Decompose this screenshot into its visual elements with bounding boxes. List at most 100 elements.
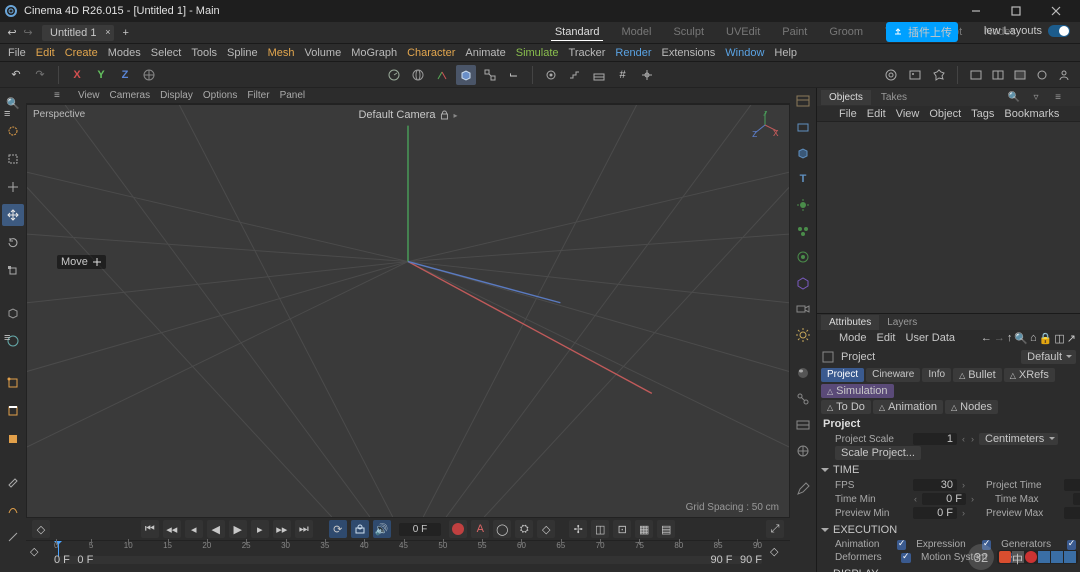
toggle-switch-icon[interactable]	[1048, 25, 1070, 37]
attr-lock-icon[interactable]: 🔒	[1039, 332, 1053, 345]
menu-file[interactable]: File	[8, 47, 26, 59]
menu-simulate[interactable]: Simulate	[516, 47, 559, 59]
objects-tree[interactable]	[817, 122, 1080, 314]
mode-model[interactable]: Model	[617, 24, 655, 41]
tray-ime-icon[interactable]	[999, 551, 1011, 563]
point-mode-icon[interactable]	[2, 372, 24, 394]
brush-tool-icon[interactable]	[2, 470, 24, 492]
new-layouts-toggle[interactable]: lew Layouts	[984, 25, 1070, 37]
vp-menu-display[interactable]: Display	[160, 90, 193, 101]
key-pos-icon[interactable]: ◇	[537, 520, 555, 538]
tray-dot-icon[interactable]	[1025, 551, 1037, 563]
stepper-icon[interactable]: ›	[961, 508, 966, 518]
panel-3-icon[interactable]	[1010, 65, 1030, 85]
menu-volume[interactable]: Volume	[305, 47, 342, 59]
tray-lang-icon[interactable]: 中	[1012, 551, 1024, 563]
tab-attributes[interactable]: Attributes	[821, 315, 879, 330]
redo-icon[interactable]: ↷	[30, 65, 50, 85]
loop-icon[interactable]: ⟳	[329, 520, 347, 538]
spline-pen-icon[interactable]	[2, 498, 24, 520]
field-icon[interactable]	[792, 246, 814, 268]
mode-groom[interactable]: Groom	[825, 24, 867, 41]
axis-gizmo-icon[interactable]: y x z	[751, 111, 779, 139]
panel-1-icon[interactable]	[966, 65, 986, 85]
locator-icon[interactable]: ⌙	[504, 65, 524, 85]
deformers-checkbox[interactable]	[901, 553, 911, 563]
pill-project[interactable]: Project	[821, 368, 864, 382]
obj-search-icon[interactable]: 🔍	[1004, 87, 1024, 107]
menu-animate[interactable]: Animate	[465, 47, 505, 59]
stepper-right-icon[interactable]: ›	[970, 494, 975, 504]
tray-kbd2-icon[interactable]	[1051, 551, 1063, 563]
rect-select-icon[interactable]	[2, 148, 24, 170]
section-time[interactable]: TIME	[821, 464, 1076, 476]
panel-4-icon[interactable]	[1032, 65, 1052, 85]
project-scale-unit[interactable]: Centimeters	[979, 433, 1058, 445]
menu-help[interactable]: Help	[774, 47, 797, 59]
obj-filter-icon[interactable]: ▿	[1026, 87, 1046, 107]
timeline-expand-icon[interactable]: ⤢	[766, 520, 784, 538]
stepper-icon[interactable]: ›	[961, 480, 966, 490]
globe-icon[interactable]	[408, 65, 428, 85]
snap-toggle-icon[interactable]	[541, 65, 561, 85]
effector-icon[interactable]	[792, 194, 814, 216]
node-editor-icon[interactable]	[792, 388, 814, 410]
picture-viewer-icon[interactable]	[905, 65, 925, 85]
attr-nav-up-icon[interactable]: ↑	[1007, 332, 1013, 345]
menu-window[interactable]: Window	[725, 47, 764, 59]
material-editor-icon[interactable]	[792, 362, 814, 384]
history-forward-icon[interactable]: ↪	[20, 26, 36, 39]
go-start-icon[interactable]: ⏮	[141, 520, 159, 538]
tab-takes[interactable]: Takes	[873, 90, 915, 105]
edge-mode-icon[interactable]	[2, 400, 24, 422]
pill-cineware[interactable]: Cineware	[866, 368, 920, 382]
time-min-value[interactable]: 0 F	[922, 493, 966, 505]
autokey-a-icon[interactable]: A	[471, 520, 489, 538]
quantize-icon[interactable]	[565, 65, 585, 85]
attr-search-icon[interactable]: 🔍	[1014, 332, 1028, 345]
animation-checkbox[interactable]	[897, 540, 906, 550]
objects-hamburger-icon[interactable]: ≡	[4, 108, 10, 120]
stepper-right-icon[interactable]: ›	[970, 434, 975, 444]
cube-primitive-icon[interactable]	[456, 65, 476, 85]
light-shelf-icon[interactable]	[792, 324, 814, 346]
history-lock-icon[interactable]	[384, 65, 404, 85]
pill-xrefs[interactable]: △XRefs	[1004, 368, 1055, 382]
pinned-upload-button[interactable]: 插件上传	[886, 22, 958, 42]
cube-shelf-icon[interactable]	[792, 142, 814, 164]
mode-paint[interactable]: Paint	[778, 24, 811, 41]
attr-popout-icon[interactable]: ↗	[1067, 332, 1076, 345]
polygon-mode-icon[interactable]	[2, 428, 24, 450]
key-s-icon[interactable]: ◫	[591, 520, 609, 538]
scene-nodes-icon[interactable]	[792, 440, 814, 462]
axis-z-toggle[interactable]: Z	[115, 65, 135, 85]
attr-menu-mode[interactable]: Mode	[839, 332, 867, 344]
placement-tool-icon[interactable]	[2, 176, 24, 198]
document-tab-close-icon[interactable]: ×	[105, 27, 110, 37]
asset-browser-icon[interactable]	[792, 90, 814, 112]
parent-icon[interactable]	[480, 65, 500, 85]
tray-kbd-icon[interactable]	[1038, 551, 1050, 563]
keyframe-diamond-icon[interactable]: ◇	[32, 520, 50, 538]
project-time-value[interactable]: 0 F	[1064, 479, 1080, 491]
key-r-icon[interactable]: ⊡	[613, 520, 631, 538]
mode-sculpt[interactable]: Sculpt	[669, 24, 708, 41]
new-document-button[interactable]: +	[122, 27, 128, 39]
live-select-icon[interactable]	[2, 120, 24, 142]
obj-menu-edit[interactable]: Edit	[867, 108, 886, 120]
menu-mesh[interactable]: Mesh	[268, 47, 295, 59]
menu-create[interactable]: Create	[65, 47, 98, 59]
coord-system-icon[interactable]	[139, 65, 159, 85]
pill-todo[interactable]: △To Do	[821, 400, 871, 414]
preview-max-value[interactable]: 90 F	[1064, 507, 1080, 519]
attr-nav-back-icon[interactable]: ←	[981, 332, 992, 345]
vp-menu-view[interactable]: View	[78, 90, 100, 101]
attr-preset-dropdown[interactable]: Default	[1021, 350, 1076, 364]
maximize-button[interactable]	[996, 0, 1036, 22]
timeline-window-icon[interactable]	[792, 414, 814, 436]
render-view-icon[interactable]	[881, 65, 901, 85]
deformer-icon[interactable]	[792, 272, 814, 294]
obj-menu-view[interactable]: View	[896, 108, 920, 120]
keyframe-sel-icon[interactable]: ◯	[493, 520, 511, 538]
scale-tool-icon[interactable]	[2, 260, 24, 282]
